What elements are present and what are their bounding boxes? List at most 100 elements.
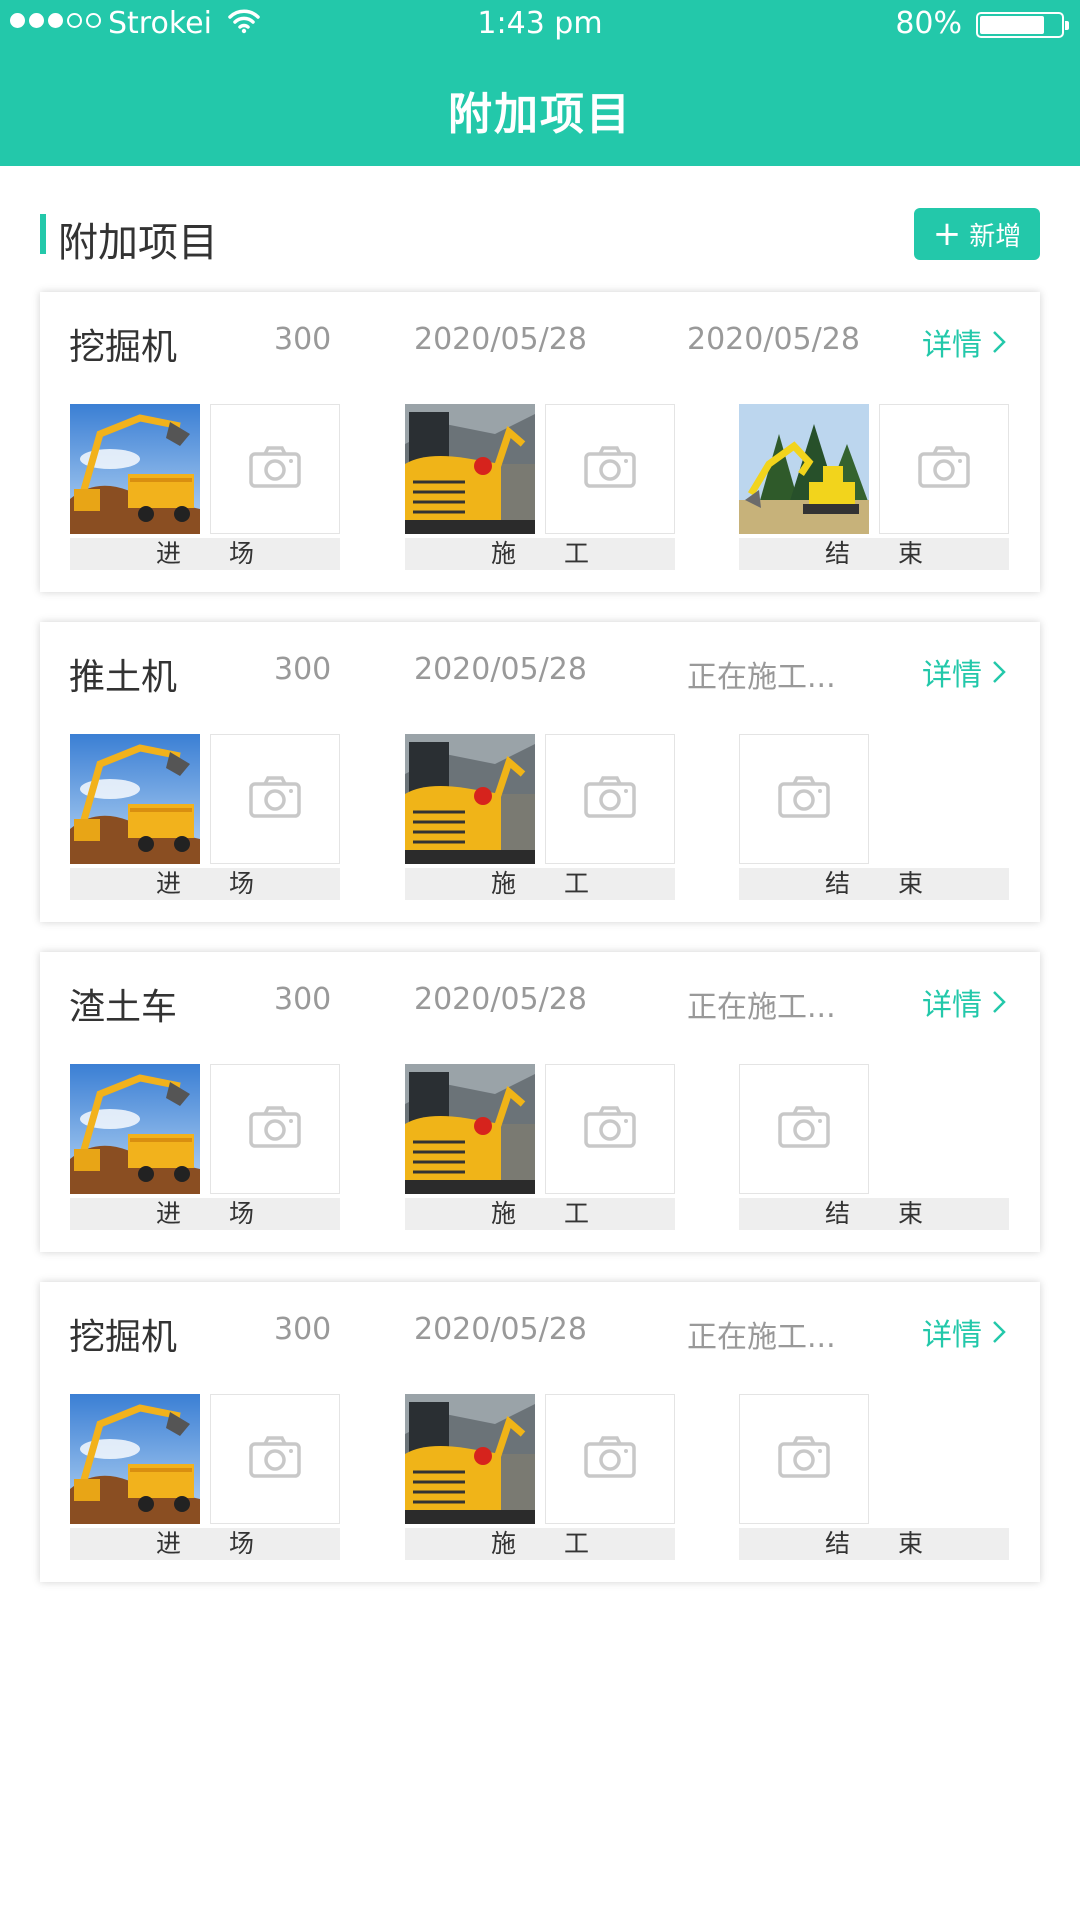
chevron-right-icon: [993, 661, 1006, 683]
stage-label: 结 束: [739, 538, 1009, 570]
upload-photo-placeholder[interactable]: [210, 1064, 340, 1194]
camera-icon: [584, 1436, 636, 1482]
dump-truck-photo[interactable]: [70, 1394, 200, 1524]
camera-icon: [778, 1436, 830, 1482]
camera-icon: [918, 446, 970, 492]
add-item-button[interactable]: + 新增: [914, 208, 1040, 260]
stage-photo-group: 进 场: [70, 404, 340, 570]
upload-photo-placeholder[interactable]: [210, 404, 340, 534]
detail-link[interactable]: 详情: [922, 1310, 1006, 1354]
camera-icon: [584, 776, 636, 822]
equipment-price: 300: [274, 1312, 332, 1347]
detail-link[interactable]: 详情: [922, 320, 1006, 364]
camera-icon: [249, 776, 301, 822]
equipment-card: 挖掘机 300 2020/05/28 2020/05/28 详情进 场 施 工 结 束: [40, 292, 1040, 592]
excavator-closeup-photo[interactable]: [405, 734, 535, 864]
stage-photo-group: 进 场: [70, 1064, 340, 1230]
card-header-row: 渣土车 300 2020/05/28 正在施工... 详情: [40, 952, 1040, 1052]
start-date: 2020/05/28: [414, 652, 587, 687]
stage-label: 施 工: [405, 1198, 675, 1230]
chevron-right-icon: [993, 331, 1006, 353]
stage-photo-group: 进 场: [70, 1394, 340, 1560]
start-date: 2020/05/28: [414, 982, 587, 1017]
stage-photo-group: 施 工: [405, 1064, 675, 1230]
stage-label: 进 场: [70, 1198, 340, 1230]
upload-photo-placeholder[interactable]: [879, 404, 1009, 534]
stage-photo-group: 结 束: [739, 1394, 1009, 1560]
camera-icon: [584, 1106, 636, 1152]
stage-label: 结 束: [739, 1198, 1009, 1230]
dump-truck-photo[interactable]: [70, 1064, 200, 1194]
equipment-card: 推土机 300 2020/05/28 正在施工... 详情进 场 施 工 结 束: [40, 622, 1040, 922]
add-item-label: 新增: [969, 221, 1022, 252]
detail-label: 详情: [922, 658, 982, 693]
detail-label: 详情: [922, 328, 982, 363]
upload-photo-placeholder[interactable]: [545, 1394, 675, 1524]
navigation-header: Strokei 1:43 pm 80% 附加项目: [0, 0, 1080, 166]
equipment-name: 渣土车: [69, 987, 178, 1028]
equipment-price: 300: [274, 322, 332, 357]
section-header: 附加项目 + 新增: [40, 208, 1040, 266]
camera-icon: [584, 446, 636, 492]
camera-icon: [249, 1436, 301, 1482]
stage-label: 结 束: [739, 1528, 1009, 1560]
card-header-row: 推土机 300 2020/05/28 正在施工... 详情: [40, 622, 1040, 722]
camera-icon: [778, 1106, 830, 1152]
end-status: 正在施工...: [687, 990, 836, 1025]
stage-photo-group: 进 场: [70, 734, 340, 900]
chevron-right-icon: [993, 991, 1006, 1013]
upload-photo-placeholder[interactable]: [210, 734, 340, 864]
upload-photo-placeholder[interactable]: [739, 1064, 869, 1194]
end-status: 正在施工...: [687, 660, 836, 695]
stage-label: 进 场: [70, 538, 340, 570]
equipment-card: 渣土车 300 2020/05/28 正在施工... 详情进 场 施 工 结 束: [40, 952, 1040, 1252]
equipment-name: 挖掘机: [69, 1317, 178, 1358]
stage-label: 施 工: [405, 868, 675, 900]
card-header-row: 挖掘机 300 2020/05/28 正在施工... 详情: [40, 1282, 1040, 1382]
end-status: 2020/05/28: [687, 322, 860, 357]
upload-photo-placeholder[interactable]: [545, 734, 675, 864]
excavator-closeup-photo[interactable]: [405, 404, 535, 534]
stage-photo-group: 施 工: [405, 404, 675, 570]
detail-label: 详情: [922, 1318, 982, 1353]
stage-label: 施 工: [405, 538, 675, 570]
yellow-excavator-photo[interactable]: [739, 404, 869, 534]
camera-icon: [778, 776, 830, 822]
upload-photo-placeholder[interactable]: [739, 1394, 869, 1524]
detail-link[interactable]: 详情: [922, 650, 1006, 694]
camera-icon: [249, 446, 301, 492]
card-header-row: 挖掘机 300 2020/05/28 2020/05/28 详情: [40, 292, 1040, 392]
stage-photo-group: 结 束: [739, 1064, 1009, 1230]
dump-truck-photo[interactable]: [70, 404, 200, 534]
excavator-closeup-photo[interactable]: [405, 1394, 535, 1524]
page-title: 附加项目: [448, 89, 632, 140]
stage-photo-group: 结 束: [739, 734, 1009, 900]
stage-label: 进 场: [70, 868, 340, 900]
equipment-name: 挖掘机: [69, 327, 178, 368]
equipment-price: 300: [274, 652, 332, 687]
upload-photo-placeholder[interactable]: [210, 1394, 340, 1524]
battery-icon: [976, 12, 1069, 38]
end-status: 正在施工...: [687, 1320, 836, 1355]
upload-photo-placeholder[interactable]: [739, 734, 869, 864]
dump-truck-photo[interactable]: [70, 734, 200, 864]
equipment-price: 300: [274, 982, 332, 1017]
section-accent-bar: [40, 214, 46, 254]
section-title: 附加项目: [58, 220, 218, 266]
upload-photo-placeholder[interactable]: [545, 404, 675, 534]
stage-photo-group: 结 束: [739, 404, 1009, 570]
stage-photo-group: 施 工: [405, 734, 675, 900]
detail-label: 详情: [922, 988, 982, 1023]
plus-icon: +: [932, 214, 962, 254]
chevron-right-icon: [993, 1321, 1006, 1343]
status-bar: Strokei 1:43 pm 80%: [0, 0, 1080, 48]
excavator-closeup-photo[interactable]: [405, 1064, 535, 1194]
battery-percentage: 80%: [895, 6, 962, 41]
stage-photo-group: 施 工: [405, 1394, 675, 1560]
detail-link[interactable]: 详情: [922, 980, 1006, 1024]
start-date: 2020/05/28: [414, 1312, 587, 1347]
start-date: 2020/05/28: [414, 322, 587, 357]
upload-photo-placeholder[interactable]: [545, 1064, 675, 1194]
equipment-card: 挖掘机 300 2020/05/28 正在施工... 详情进 场 施 工 结 束: [40, 1282, 1040, 1582]
stage-label: 施 工: [405, 1528, 675, 1560]
